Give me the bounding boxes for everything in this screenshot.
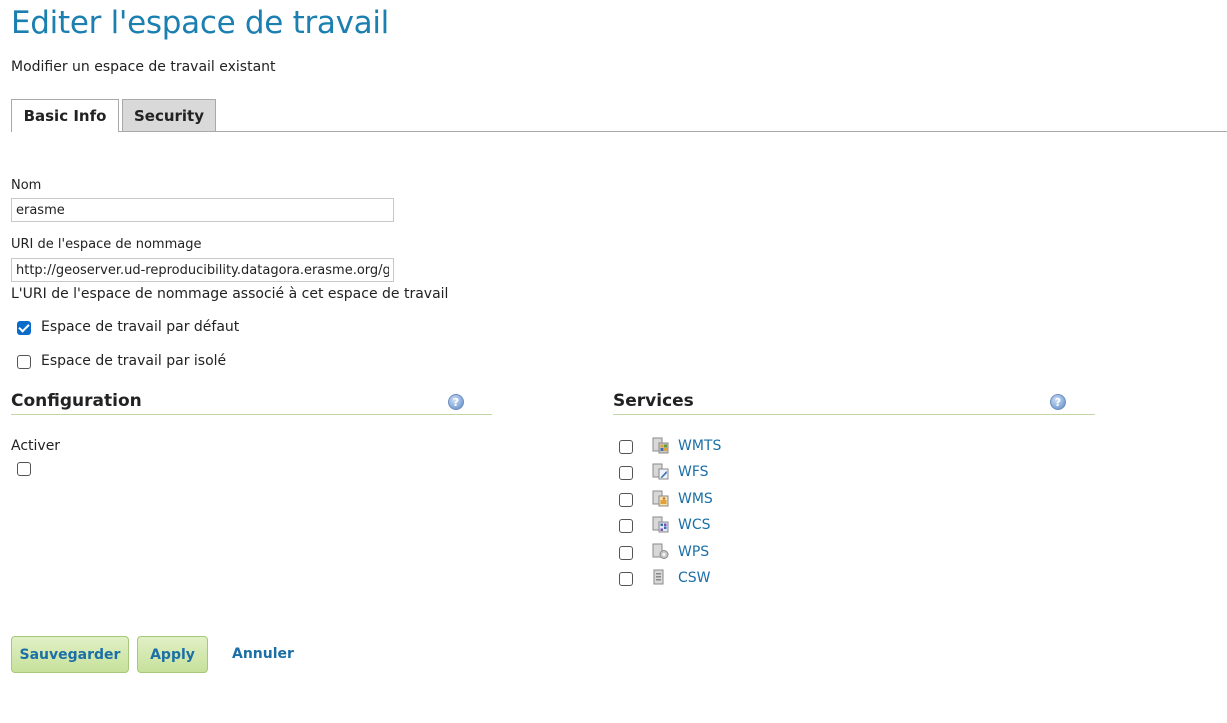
wms-icon	[652, 490, 669, 507]
uri-input[interactable]	[11, 258, 394, 282]
uri-help-text: L'URI de l'espace de nommage associé à c…	[11, 286, 449, 302]
wps-checkbox[interactable]	[619, 546, 633, 560]
wms-link[interactable]: WMS	[678, 491, 713, 507]
page: Editer l'espace de travail Modifier un e…	[0, 0, 1227, 723]
wms-checkbox[interactable]	[619, 493, 633, 507]
wmts-checkbox[interactable]	[619, 440, 633, 454]
enable-checkbox[interactable]	[17, 462, 31, 476]
services-title: Services	[613, 391, 694, 411]
csw-link[interactable]: CSW	[678, 570, 711, 586]
configuration-divider	[11, 414, 492, 415]
page-title: Editer l'espace de travail	[11, 5, 389, 41]
default-workspace-label: Espace de travail par défaut	[41, 319, 240, 335]
tab-basic-info[interactable]: Basic Info	[11, 99, 119, 132]
configuration-help-icon[interactable]: ?	[448, 394, 464, 410]
name-label: Nom	[11, 178, 42, 193]
configuration-title: Configuration	[11, 391, 142, 411]
isolated-workspace-label: Espace de travail par isolé	[41, 353, 227, 369]
wps-link[interactable]: WPS	[678, 544, 709, 560]
wcs-checkbox[interactable]	[619, 519, 633, 533]
services-divider	[613, 414, 1095, 415]
wmts-link[interactable]: WMTS	[678, 438, 721, 454]
cancel-link[interactable]: Annuler	[232, 646, 294, 662]
default-workspace-checkbox[interactable]	[17, 321, 31, 335]
tab-security[interactable]: Security	[122, 99, 216, 131]
uri-label: URI de l'espace de nommage	[11, 237, 202, 252]
csw-icon	[653, 569, 664, 585]
apply-button[interactable]: Apply	[137, 636, 208, 673]
services-help-icon[interactable]: ?	[1050, 394, 1066, 410]
tabs-divider	[11, 131, 1227, 132]
wfs-checkbox[interactable]	[619, 466, 633, 480]
wfs-icon	[652, 463, 669, 480]
wps-icon	[652, 543, 669, 559]
save-button[interactable]: Sauvegarder	[11, 636, 129, 673]
page-subtitle: Modifier un espace de travail existant	[11, 59, 276, 75]
isolated-workspace-checkbox[interactable]	[17, 355, 31, 369]
wcs-icon	[652, 516, 669, 533]
wmts-icon	[652, 437, 669, 454]
csw-checkbox[interactable]	[619, 572, 633, 586]
enable-label: Activer	[11, 438, 61, 454]
wcs-link[interactable]: WCS	[678, 517, 711, 533]
name-input[interactable]	[11, 198, 394, 222]
wfs-link[interactable]: WFS	[678, 464, 709, 480]
